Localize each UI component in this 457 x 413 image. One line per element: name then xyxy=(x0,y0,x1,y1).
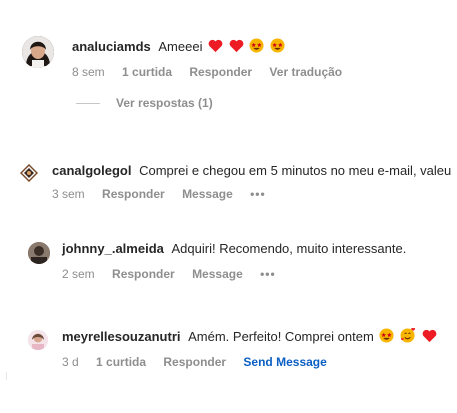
red-heart-icon xyxy=(208,39,223,58)
message-button[interactable]: Message xyxy=(192,267,243,281)
channel-logo-icon xyxy=(20,164,38,182)
timestamp: 3 sem xyxy=(52,187,85,201)
profile-photo-icon xyxy=(28,330,48,350)
reply-button[interactable]: Responder xyxy=(189,65,252,79)
comment-meta: 2 sem Responder Message ••• xyxy=(62,266,290,282)
star-struck-icon xyxy=(249,38,264,58)
timestamp: 3 d xyxy=(62,355,79,369)
avatar[interactable] xyxy=(28,330,48,350)
more-options-icon[interactable]: ••• xyxy=(260,267,276,281)
smiling-face-with-hearts-icon xyxy=(400,327,416,348)
profile-photo-icon xyxy=(22,36,54,68)
red-heart-icon xyxy=(422,329,437,348)
star-struck-icon xyxy=(379,328,394,348)
likes-count[interactable]: 1 curtida xyxy=(96,355,146,369)
comment-meta: 3 sem Responder Message ••• xyxy=(52,186,280,202)
reply-button[interactable]: Responder xyxy=(112,267,175,281)
comment-text: Amém. Perfeito! Comprei ontem xyxy=(188,329,374,344)
reply-button[interactable]: Responder xyxy=(163,355,226,369)
timestamp: 8 sem xyxy=(72,65,105,79)
timestamp: 2 sem xyxy=(62,267,95,281)
username[interactable]: johnny_.almeida xyxy=(62,241,164,256)
username[interactable]: analuciamds xyxy=(72,39,151,54)
avatar[interactable] xyxy=(20,164,38,182)
comment-text: Adquiri! Recomendo, muito interessante. xyxy=(171,241,407,256)
translate-button[interactable]: Ver tradução xyxy=(269,65,342,79)
comment-text: Ameeei xyxy=(158,39,203,54)
username[interactable]: meyrellesouzanutri xyxy=(62,329,181,344)
avatar[interactable] xyxy=(28,242,50,264)
view-replies-button[interactable]: Ver respostas (1) xyxy=(76,96,213,110)
view-replies-label: Ver respostas (1) xyxy=(116,96,213,110)
more-options-icon[interactable]: ••• xyxy=(250,187,266,201)
comment-meta: 8 sem 1 curtida Responder Ver tradução xyxy=(72,64,356,80)
divider xyxy=(6,372,7,380)
comment-meta: 3 d 1 curtida Responder Send Message xyxy=(62,354,341,370)
avatar[interactable] xyxy=(22,36,54,68)
send-message-button[interactable]: Send Message xyxy=(243,355,326,369)
message-button[interactable]: Message xyxy=(182,187,233,201)
likes-count[interactable]: 1 curtida xyxy=(122,65,172,79)
profile-photo-icon xyxy=(28,242,50,264)
username[interactable]: canalgolegol xyxy=(52,163,131,178)
star-struck-icon xyxy=(270,38,285,58)
red-heart-icon xyxy=(229,39,244,58)
reply-button[interactable]: Responder xyxy=(102,187,165,201)
divider xyxy=(76,103,100,105)
comment-text: Comprei e chegou em 5 minutos no meu e-m… xyxy=(139,163,452,178)
